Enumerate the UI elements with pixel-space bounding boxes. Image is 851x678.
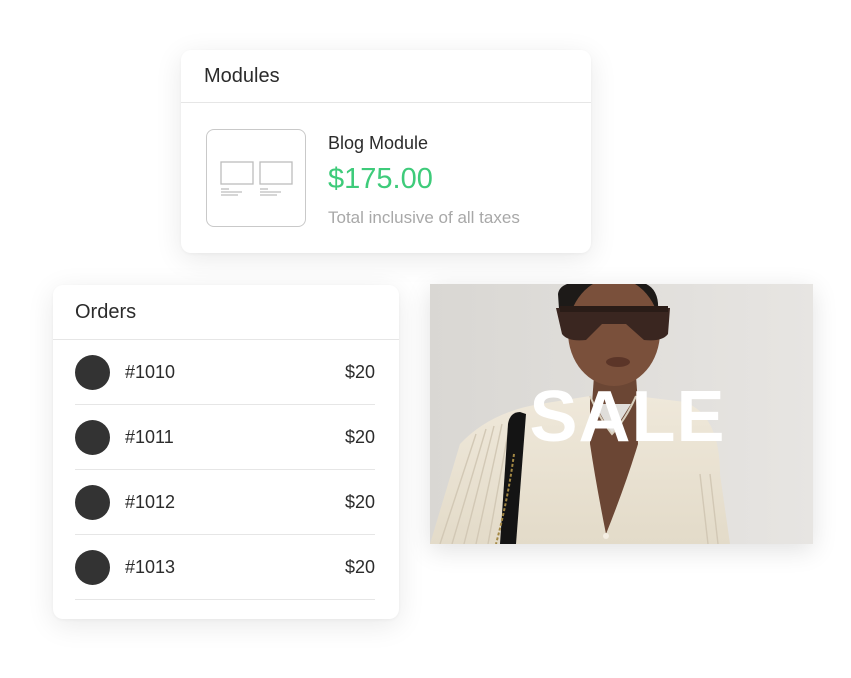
order-row[interactable]: #1010 $20 bbox=[75, 340, 375, 405]
avatar bbox=[75, 419, 110, 455]
modules-card-title: Modules bbox=[181, 50, 591, 103]
blog-layout-icon bbox=[206, 129, 306, 227]
sale-text: SALE bbox=[529, 377, 726, 457]
order-list: #1010 $20 #1011 $20 #1012 $20 #1013 $20 bbox=[75, 340, 375, 600]
order-amount: $20 bbox=[344, 426, 375, 447]
order-id: #1010 bbox=[125, 361, 176, 382]
order-row[interactable]: #1013 $20 bbox=[75, 535, 375, 600]
avatar bbox=[75, 354, 110, 390]
module-price: $175.00 bbox=[328, 163, 433, 195]
orders-card-title: Orders bbox=[53, 285, 399, 340]
sale-banner[interactable]: SALE bbox=[430, 284, 813, 544]
order-row[interactable]: #1012 $20 bbox=[75, 470, 375, 535]
order-amount: $20 bbox=[344, 491, 375, 512]
order-amount: $20 bbox=[344, 556, 375, 577]
modules-card: Modules Blog Module $175.00 Total inclus… bbox=[181, 50, 591, 253]
order-row[interactable]: #1011 $20 bbox=[75, 405, 375, 470]
module-item[interactable]: Blog Module $175.00 Total inclusive of a… bbox=[181, 103, 591, 253]
module-tax-note: Total inclusive of all taxes bbox=[328, 208, 520, 227]
order-id: #1013 bbox=[125, 556, 176, 577]
module-name: Blog Module bbox=[328, 133, 429, 153]
avatar bbox=[75, 484, 110, 520]
order-amount: $20 bbox=[344, 361, 375, 382]
order-id: #1012 bbox=[125, 491, 176, 512]
order-id: #1011 bbox=[125, 426, 174, 447]
avatar bbox=[75, 549, 110, 585]
orders-card: Orders #1010 $20 #1011 $20 #1012 $20 #10… bbox=[53, 285, 399, 619]
